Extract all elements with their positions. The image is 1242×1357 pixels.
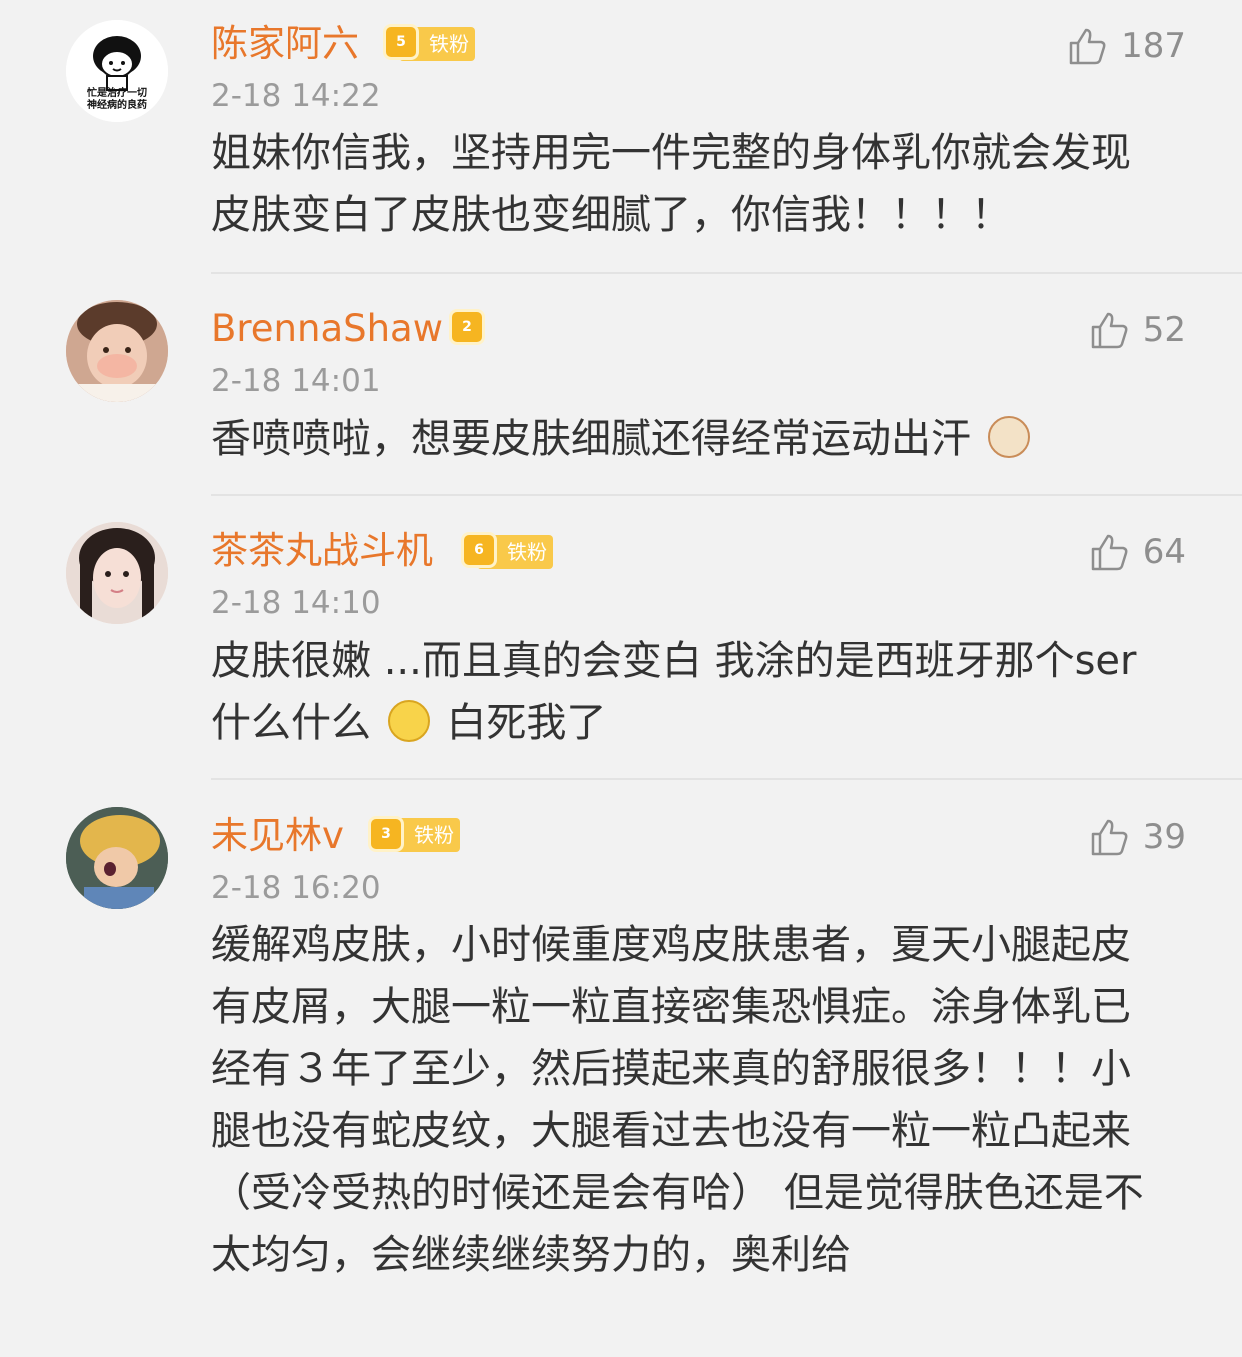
like-count: 64	[1142, 532, 1186, 572]
username[interactable]: 茶茶丸战斗机	[211, 527, 433, 575]
thumbs-up-icon	[1091, 819, 1128, 856]
timestamp: 2-18 14:22	[211, 78, 381, 114]
username[interactable]: BrennaShaw	[211, 305, 443, 353]
thumbs-up-icon	[1091, 312, 1128, 349]
comment-text-body: 皮肤很嫩 ...而且真的会变白 我涂的是西班牙那个ser什么什么	[211, 638, 1137, 746]
divider	[211, 778, 1242, 780]
cartoon-avatar-icon	[66, 807, 168, 909]
timestamp: 2-18 14:01	[211, 363, 381, 399]
avatar-caption: 神经病的良药	[87, 100, 147, 111]
comment-text: 皮肤很嫩 ...而且真的会变白 我涂的是西班牙那个ser什么什么 白死我了	[211, 630, 1141, 754]
divider	[211, 272, 1242, 274]
like-button[interactable]: 187	[1067, 22, 1186, 70]
thumbs-up-icon	[1091, 534, 1128, 571]
badge-label: 铁粉	[507, 540, 547, 564]
timestamp: 2-18 16:20	[211, 870, 381, 906]
comment-text: 姐妹你信我，坚持用完一件完整的身体乳你就会发现皮肤变白了皮肤也变细腻了，你信我！…	[211, 130, 1131, 238]
avatar[interactable]	[66, 522, 168, 624]
divider	[211, 494, 1242, 496]
photo-avatar-icon	[66, 522, 168, 624]
like-button[interactable]: 52	[1089, 306, 1186, 354]
avatar[interactable]	[66, 300, 168, 402]
username[interactable]: 未见林v	[211, 812, 344, 860]
avatar[interactable]	[66, 807, 168, 909]
comment-text-body: 白死我了	[446, 700, 607, 746]
like-button[interactable]: 64	[1089, 528, 1186, 576]
crown-badge-icon: 3	[368, 816, 404, 852]
timestamp: 2-18 14:10	[211, 585, 381, 621]
comment-text: 香喷喷啦，想要皮肤细腻还得经常运动出汗	[211, 408, 1171, 470]
thumbs-up-icon	[1069, 28, 1106, 65]
badge-label: 铁粉	[414, 823, 454, 847]
avatar[interactable]: 忙是治疗一切 神经病的良药	[66, 20, 168, 122]
photo-avatar-icon	[66, 300, 168, 402]
like-count: 52	[1142, 310, 1186, 350]
cow-emoji-icon	[987, 416, 1030, 458]
crown-badge-icon: 5	[383, 24, 419, 60]
like-count: 39	[1142, 817, 1186, 857]
badge-label: 铁粉	[429, 32, 469, 56]
username[interactable]: 陈家阿六	[211, 20, 359, 68]
dizzy-face-emoji-icon	[387, 700, 430, 742]
crown-badge-icon: 2	[449, 309, 485, 345]
comment-text-body: 香喷喷啦，想要皮肤细腻还得经常运动出汗	[211, 416, 971, 462]
avatar-caption: 忙是治疗一切	[87, 88, 147, 99]
crown-badge-icon: 6	[461, 532, 497, 568]
like-count: 187	[1121, 26, 1186, 66]
like-button[interactable]: 39	[1089, 813, 1186, 861]
comment-text: 缓解鸡皮肤，小时候重度鸡皮肤患者，夏天小腿起皮有皮屑，大腿一粒一粒直接密集恐惧症…	[211, 922, 1144, 1278]
